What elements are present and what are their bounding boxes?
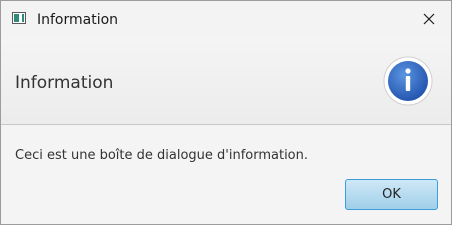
ok-button[interactable]: OK	[345, 179, 438, 210]
close-icon	[423, 13, 435, 25]
header-text: Information	[15, 73, 114, 93]
java-app-icon	[12, 12, 26, 24]
dialog-header: Information	[1, 38, 451, 125]
close-button[interactable]	[406, 1, 452, 38]
dialog-content: Ceci est une boîte de dialogue d'informa…	[1, 125, 451, 224]
information-dialog: Information Information Ceci est une boî…	[0, 0, 452, 225]
message-text: Ceci est une boîte de dialogue d'informa…	[15, 148, 309, 163]
info-icon	[383, 56, 433, 106]
title-bar[interactable]: Information	[1, 1, 451, 38]
window-title: Information	[37, 12, 119, 28]
